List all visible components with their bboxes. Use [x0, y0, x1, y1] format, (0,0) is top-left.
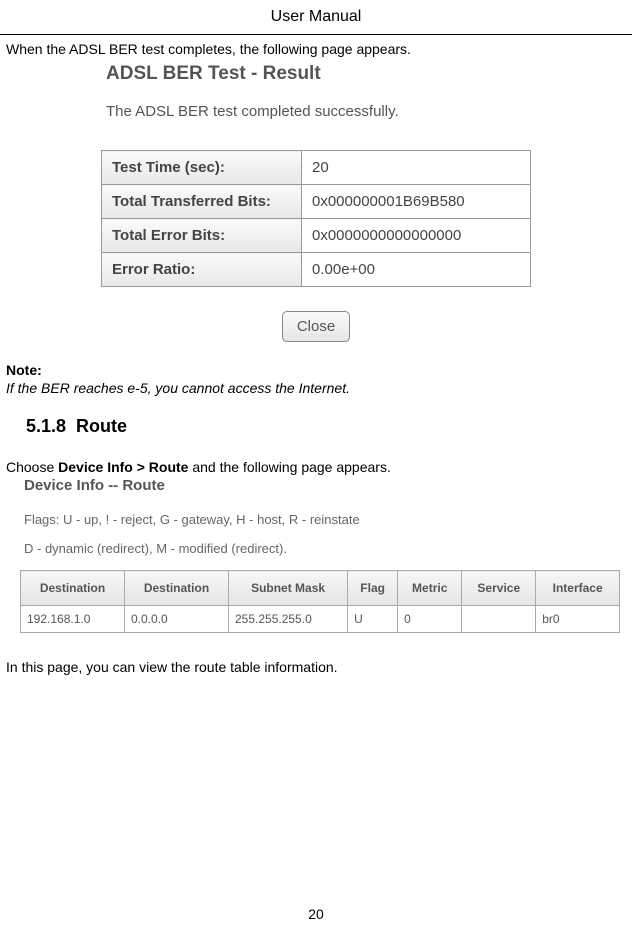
route-screenshot: Device Info -- Route Flags: U - up, ! - …	[6, 477, 626, 633]
route-col-header: Flag	[348, 571, 398, 606]
ber-value: 0.00e+00	[302, 253, 531, 287]
table-row: Total Error Bits: 0x0000000000000000	[102, 219, 531, 253]
table-row: Test Time (sec): 20	[102, 151, 531, 185]
section-title: Route	[76, 416, 127, 436]
ber-title: ADSL BER Test - Result	[6, 63, 626, 85]
close-button[interactable]: Close	[282, 311, 350, 342]
ber-value: 0x0000000000000000	[302, 219, 531, 253]
choose-prefix: Choose	[6, 459, 58, 475]
table-row: Total Transferred Bits: 0x000000001B69B5…	[102, 185, 531, 219]
route-col-header: Interface	[536, 571, 620, 606]
route-cell: br0	[536, 606, 620, 633]
table-row: Error Ratio: 0.00e+00	[102, 253, 531, 287]
route-cell: 0.0.0.0	[125, 606, 229, 633]
route-cell	[462, 606, 536, 633]
route-col-header: Subnet Mask	[229, 571, 348, 606]
note-text: If the BER reaches e-5, you cannot acces…	[6, 380, 626, 396]
note-label: Note:	[6, 362, 626, 378]
ber-label: Total Error Bits:	[102, 219, 302, 253]
intro-text: When the ADSL BER test completes, the fo…	[6, 41, 626, 57]
choose-suffix: and the following page appears.	[188, 459, 390, 475]
route-table: Destination Destination Subnet Mask Flag…	[20, 570, 620, 633]
ber-success-text: The ADSL BER test completed successfully…	[6, 103, 626, 120]
section-number: 5.1.8	[26, 416, 66, 436]
route-col-header: Destination	[21, 571, 125, 606]
route-col-header: Metric	[398, 571, 462, 606]
route-flags-line1: Flags: U - up, ! - reject, G - gateway, …	[6, 512, 626, 527]
ber-label: Total Transferred Bits:	[102, 185, 302, 219]
page-header-title: User Manual	[0, 0, 632, 35]
page-number: 20	[0, 906, 632, 922]
route-cell: 0	[398, 606, 462, 633]
choose-text: Choose Device Info > Route and the follo…	[6, 459, 626, 475]
route-col-header: Service	[462, 571, 536, 606]
choose-bold: Device Info > Route	[58, 459, 188, 475]
route-cell: 255.255.255.0	[229, 606, 348, 633]
ber-value: 0x000000001B69B580	[302, 185, 531, 219]
route-header: Device Info -- Route	[6, 477, 626, 494]
route-col-header: Destination	[125, 571, 229, 606]
section-heading: 5.1.8 Route	[26, 416, 626, 437]
table-header-row: Destination Destination Subnet Mask Flag…	[21, 571, 620, 606]
ber-label: Test Time (sec):	[102, 151, 302, 185]
ber-screenshot: ADSL BER Test - Result The ADSL BER test…	[6, 63, 626, 342]
ber-result-table: Test Time (sec): 20 Total Transferred Bi…	[101, 150, 531, 287]
route-flags-line2: D - dynamic (redirect), M - modified (re…	[6, 541, 626, 556]
ber-label: Error Ratio:	[102, 253, 302, 287]
page-content: When the ADSL BER test completes, the fo…	[0, 41, 632, 675]
view-text: In this page, you can view the route tab…	[6, 659, 626, 675]
table-row: 192.168.1.0 0.0.0.0 255.255.255.0 U 0 br…	[21, 606, 620, 633]
ber-value: 20	[302, 151, 531, 185]
route-cell: U	[348, 606, 398, 633]
route-cell: 192.168.1.0	[21, 606, 125, 633]
